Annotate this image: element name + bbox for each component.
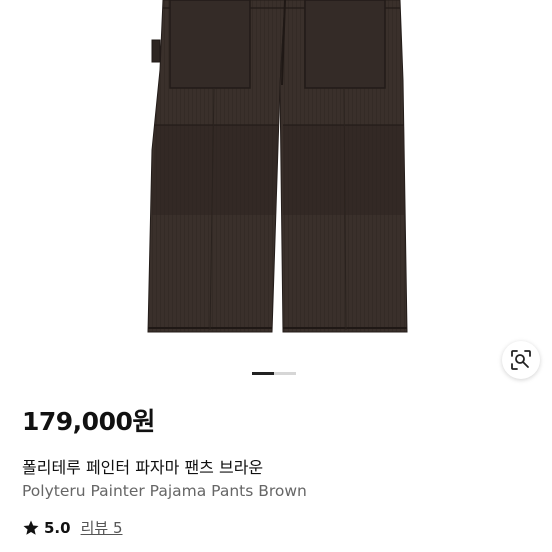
pants-illustration	[147, 0, 408, 333]
image-pager	[252, 372, 296, 375]
rating-row: 5.0 리뷰 5	[22, 517, 123, 538]
visual-search-button[interactable]	[502, 341, 540, 379]
rating-value: 5.0	[44, 518, 71, 537]
product-image[interactable]	[0, 0, 552, 355]
product-title-english: Polyteru Painter Pajama Pants Brown	[22, 482, 307, 500]
visual-search-icon	[511, 350, 531, 370]
star-icon	[23, 520, 39, 535]
product-price: 179,000원	[22, 407, 155, 436]
review-link[interactable]: 리뷰 5	[81, 517, 123, 538]
pager-dot-active[interactable]	[252, 372, 274, 375]
pager-dot[interactable]	[274, 372, 296, 375]
product-title-korean: 폴리테루 페인터 파자마 팬츠 브라운	[22, 458, 264, 477]
